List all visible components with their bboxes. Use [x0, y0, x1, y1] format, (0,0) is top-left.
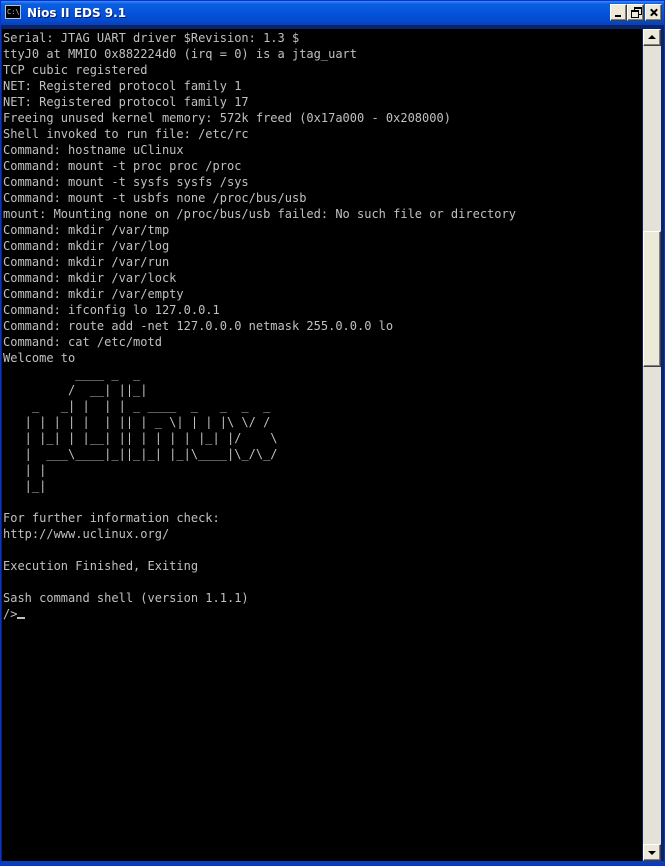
- console-line: | |_| | |__| || | | | | |_| |/ \: [3, 431, 278, 445]
- console-line: Command: mount -t usbfs none /proc/bus/u…: [3, 191, 307, 205]
- console-line: Serial: JTAG UART driver $Revision: 1.3 …: [3, 31, 300, 45]
- console-line: TCP cubic registered: [3, 63, 148, 77]
- console-line: For further information check:: [3, 511, 220, 525]
- console-line: | |: [3, 463, 47, 477]
- console-line: Command: mkdir /var/lock: [3, 271, 177, 285]
- console-line: Command: mkdir /var/run: [3, 255, 170, 269]
- console-line: ____ _ _: [3, 367, 141, 381]
- console-line: Execution Finished, Exiting: [3, 559, 199, 573]
- console-line: Command: ifconfig lo 127.0.0.1: [3, 303, 220, 317]
- console-line: Command: route add -net 127.0.0.0 netmas…: [3, 319, 394, 333]
- console-line: Command: mkdir /var/empty: [3, 287, 184, 301]
- console-line: Shell invoked to run file: /etc/rc: [3, 127, 249, 141]
- text-cursor: [17, 617, 26, 619]
- console-line: http://www.uclinux.org/: [3, 527, 170, 541]
- console-line: Command: mkdir /var/tmp: [3, 223, 170, 237]
- console-icon[interactable]: C:\: [5, 5, 21, 19]
- restore-button[interactable]: [627, 4, 644, 21]
- console-line: ttyJ0 at MMIO 0x882224d0 (irq = 0) is a …: [3, 47, 358, 61]
- console-line: | | | | | | || | _ \| | | |\ \/ /: [3, 415, 271, 429]
- console-line: Command: mount -t sysfs sysfs /sys: [3, 175, 249, 189]
- console-output: Serial: JTAG UART driver $Revision: 1.3 …: [3, 30, 642, 622]
- console-line: _ _| | | | _ ____ _ _ _ _: [3, 399, 271, 413]
- console-line: |_|: [3, 479, 47, 493]
- console-window: C:\ Nios II EDS 9.1 Serial: JTAG UART dr…: [0, 0, 665, 866]
- close-button[interactable]: [645, 4, 662, 21]
- console-line: NET: Registered protocol family 1: [3, 79, 242, 93]
- scroll-up-button[interactable]: [643, 29, 661, 46]
- console-line: / __| ||_|: [3, 383, 148, 397]
- console-line: Welcome to: [3, 351, 76, 365]
- console-line: Command: mkdir /var/log: [3, 239, 170, 253]
- console-line: Command: hostname uClinux: [3, 143, 184, 157]
- console-line: mount: Mounting none on /proc/bus/usb fa…: [3, 207, 516, 221]
- console-line: Freeing unused kernel memory: 572k freed…: [3, 111, 451, 125]
- vertical-scrollbar[interactable]: [643, 29, 661, 861]
- console-line: NET: Registered protocol family 17: [3, 95, 249, 109]
- scroll-down-button[interactable]: [643, 844, 661, 861]
- scroll-thumb[interactable]: [643, 231, 661, 367]
- console-line: Command: cat /etc/motd: [3, 335, 162, 349]
- console-line: />: [3, 607, 18, 621]
- console-area[interactable]: Serial: JTAG UART driver $Revision: 1.3 …: [2, 29, 642, 861]
- console-line: | ___\____|_||_|_| |_|\____|\_/\_/: [3, 447, 278, 461]
- title-bar[interactable]: C:\ Nios II EDS 9.1: [1, 1, 664, 25]
- window-title: Nios II EDS 9.1: [27, 6, 127, 20]
- console-line: Sash command shell (version 1.1.1): [3, 591, 249, 605]
- console-line: Command: mount -t proc proc /proc: [3, 159, 242, 173]
- window-frame-bottom: [1, 861, 664, 865]
- minimize-button[interactable]: [610, 4, 627, 21]
